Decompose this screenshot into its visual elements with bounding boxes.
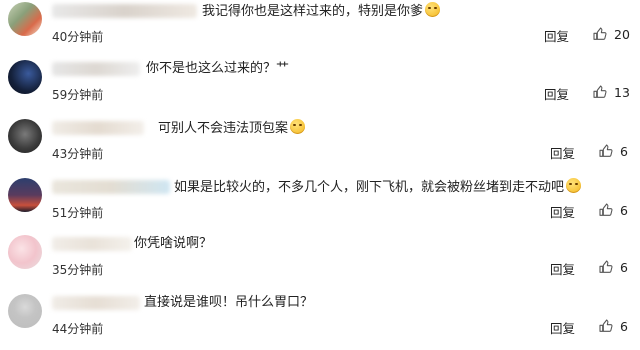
reply-button[interactable]: 回复 (544, 84, 569, 103)
comment-item: 我记得你也是这样过来的，特别是你爹 40分钟前 回复 20 (0, 0, 640, 58)
wink-emoji-icon (290, 119, 306, 134)
avatar[interactable] (8, 294, 42, 328)
like-button[interactable]: 6 (598, 316, 628, 336)
thumbs-up-icon (599, 319, 613, 332)
sweat-emoji-icon (566, 178, 582, 193)
comment-text-content: 你不是也这么过来的？艹 (146, 61, 290, 76)
reply-button[interactable]: 回复 (544, 26, 569, 45)
username-blurred[interactable] (52, 296, 140, 310)
comment-item: 如果是比较火的，不多几个人，刚下飞机，就会被粉丝堵到走不动吧 51分钟前 回复 … (0, 176, 640, 234)
like-button[interactable]: 20 (592, 24, 630, 44)
comment-text-content: 直接说是谁呗！吊什么胃口？ (144, 295, 314, 310)
thumbs-up-icon (593, 85, 607, 98)
comment-text: 我记得你也是这样过来的，特别是你爹 (202, 2, 441, 21)
comment-item: 可别人不会违法顶包案 43分钟前 回复 6 (0, 117, 640, 175)
comment-time: 59分钟前 (52, 88, 104, 102)
comment-time: 35分钟前 (52, 263, 104, 277)
comment-text-content: 可别人不会违法顶包案 (158, 121, 289, 136)
like-button[interactable]: 6 (598, 141, 628, 161)
like-count: 6 (620, 318, 628, 334)
comment-item: 直接说是谁呗！吊什么胃口？ 44分钟前 回复 6 (0, 292, 640, 350)
reply-button[interactable]: 回复 (550, 143, 575, 162)
reply-button[interactable]: 回复 (550, 202, 575, 221)
like-button[interactable]: 6 (598, 257, 628, 277)
reply-button[interactable]: 回复 (550, 259, 575, 278)
thumbs-up-icon (599, 144, 613, 157)
comment-time: 43分钟前 (52, 147, 104, 161)
comment-text: 你凭啥说啊？ (134, 235, 212, 253)
comment-text-content: 如果是比较火的，不多几个人，刚下飞机，就会被粉丝堵到走不动吧 (174, 180, 565, 195)
comment-item: 你凭啥说啊？ 35分钟前 回复 6 (0, 233, 640, 291)
avatar[interactable] (8, 2, 42, 36)
avatar[interactable] (8, 119, 42, 153)
comment-time: 40分钟前 (52, 30, 104, 44)
username-blurred[interactable] (52, 121, 144, 135)
comment-text: 如果是比较火的，不多几个人，刚下飞机，就会被粉丝堵到走不动吧 (174, 178, 582, 197)
like-count: 13 (614, 84, 630, 100)
like-count: 6 (620, 259, 628, 275)
comment-text: 可别人不会违法顶包案 (158, 119, 306, 138)
avatar[interactable] (8, 60, 42, 94)
like-button[interactable]: 13 (592, 82, 630, 102)
comment-item: 你不是也这么过来的？艹 59分钟前 回复 13 (0, 58, 640, 116)
comment-text-content: 你凭啥说啊？ (134, 236, 213, 251)
thumbs-up-icon (593, 27, 607, 40)
like-button[interactable]: 6 (598, 200, 628, 220)
comment-time: 51分钟前 (52, 206, 104, 220)
like-count: 6 (620, 143, 628, 159)
comment-text-content: 我记得你也是这样过来的，特别是你爹 (202, 4, 424, 19)
like-count: 6 (620, 202, 628, 218)
comment-time: 44分钟前 (52, 322, 104, 336)
thumbs-up-icon (599, 203, 613, 216)
grin-emoji-icon (425, 2, 441, 17)
thumbs-up-icon (599, 260, 613, 273)
username-blurred[interactable] (52, 180, 170, 194)
comment-text: 你不是也这么过来的？艹 (146, 60, 289, 78)
username-blurred[interactable] (52, 237, 132, 251)
like-count: 20 (614, 26, 630, 42)
comment-text: 直接说是谁呗！吊什么胃口？ (144, 294, 313, 312)
avatar[interactable] (8, 235, 42, 269)
avatar[interactable] (8, 178, 42, 212)
reply-button[interactable]: 回复 (550, 318, 575, 337)
username-blurred[interactable] (52, 62, 140, 76)
username-blurred[interactable] (52, 4, 197, 18)
